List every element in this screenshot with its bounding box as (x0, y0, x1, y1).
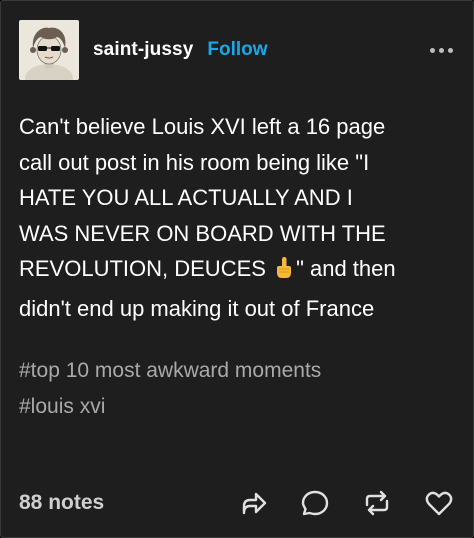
avatar[interactable] (19, 20, 79, 80)
body-line: Can't believe Louis XVI left a 16 page (19, 114, 386, 139)
notes-count[interactable]: 88 notes (19, 491, 104, 515)
middle-finger-emoji-icon (274, 255, 294, 291)
post-tags: #top 10 most awkward moments #louis xvi (19, 353, 459, 425)
post-card: saint-jussy Follow Can't believe Louis X… (0, 0, 474, 538)
post-body: Can't believe Louis XVI left a 16 page c… (19, 109, 459, 326)
follow-button[interactable]: Follow (207, 39, 267, 61)
body-line: REVOLUTION, DEUCES " and then (19, 251, 459, 291)
body-line-text: REVOLUTION, DEUCES (19, 256, 266, 281)
reblog-icon[interactable] (361, 487, 393, 519)
avatar-portrait-icon (19, 20, 79, 80)
author-username[interactable]: saint-jussy (93, 39, 193, 61)
share-icon[interactable] (237, 487, 269, 519)
reply-icon[interactable] (299, 487, 331, 519)
tag-link[interactable]: #top 10 most awkward moments (19, 353, 459, 389)
post-header: saint-jussy Follow (19, 19, 455, 81)
body-line: WAS NEVER ON BOARD WITH THE (19, 220, 386, 246)
body-line: HATE YOU ALL ACTUALLY AND I (19, 185, 353, 210)
post-footer: 88 notes (19, 481, 455, 525)
more-options-icon[interactable] (428, 42, 455, 59)
like-icon[interactable] (423, 487, 455, 519)
body-line: call out post in his room being like "I (19, 149, 370, 175)
body-line-text: " and then (296, 256, 396, 281)
tag-link[interactable]: #louis xvi (19, 389, 459, 425)
body-line: didn't end up making it out of France (19, 295, 375, 321)
post-actions (237, 487, 455, 519)
